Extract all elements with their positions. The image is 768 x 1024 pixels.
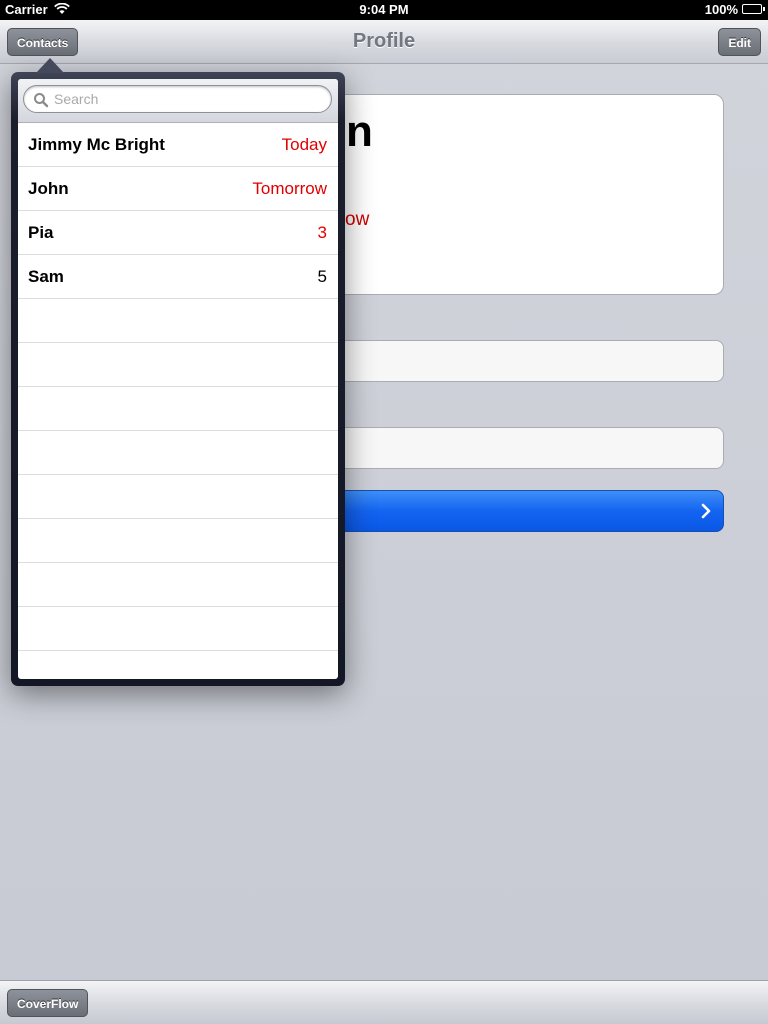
empty-row	[18, 607, 338, 651]
popover-content: Jimmy Mc Bright Today John Tomorrow Pia 3 Sam 5	[18, 79, 338, 679]
empty-row	[18, 343, 338, 387]
empty-row	[18, 651, 338, 679]
contacts-popover: Jimmy Mc Bright Today John Tomorrow Pia 3 Sam 5	[11, 72, 345, 686]
disclosure-row[interactable]	[300, 490, 724, 532]
page-title: Profile	[352, 30, 416, 52]
edit-button[interactable]: Edit	[718, 28, 761, 56]
contact-detail: Today	[281, 135, 327, 154]
empty-row	[18, 431, 338, 475]
contact-row[interactable]: Pia 3	[18, 211, 338, 255]
contacts-list: Jimmy Mc Bright Today John Tomorrow Pia 3 Sam 5	[18, 123, 338, 679]
search-input[interactable]	[23, 85, 332, 113]
empty-row	[18, 475, 338, 519]
contact-detail: 5	[317, 267, 327, 286]
battery-percent: 100%	[704, 2, 738, 17]
navigation-bar: Contacts Profile Edit	[0, 20, 768, 64]
battery-icon	[742, 4, 765, 14]
contact-row[interactable]: Sam 5	[18, 255, 338, 299]
search-icon	[34, 93, 49, 108]
chevron-right-icon	[701, 503, 711, 519]
empty-row	[18, 299, 338, 343]
contact-name: Jimmy Mc Bright	[28, 135, 165, 154]
contact-row[interactable]: John Tomorrow	[18, 167, 338, 211]
clock: 9:04 PM	[359, 2, 409, 17]
profile-field-1[interactable]	[300, 340, 724, 382]
empty-row	[18, 387, 338, 431]
popover-arrow	[36, 58, 64, 73]
contact-detail: Tomorrow	[252, 179, 327, 198]
contact-name: Pia	[28, 223, 54, 242]
profile-field-2[interactable]	[300, 427, 724, 469]
coverflow-button[interactable]: CoverFlow	[7, 989, 89, 1017]
contact-detail: 3	[317, 223, 327, 242]
contact-name: Sam	[28, 267, 64, 286]
contact-row[interactable]: Jimmy Mc Bright Today	[18, 123, 338, 167]
status-bar: Carrier 9:04 PM 100%	[0, 0, 768, 20]
profile-card: n ow	[300, 94, 724, 295]
bottom-toolbar: CoverFlow	[0, 980, 768, 1024]
empty-row	[18, 519, 338, 563]
contact-name: John	[28, 179, 69, 198]
empty-row	[18, 563, 338, 607]
search-bar	[18, 79, 338, 123]
